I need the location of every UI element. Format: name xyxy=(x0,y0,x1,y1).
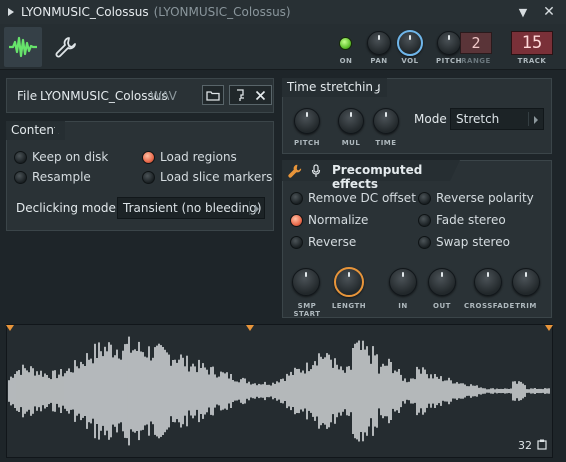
fade-in-label: IN xyxy=(398,302,408,310)
pin-icon xyxy=(237,89,244,101)
fade-out-label: OUT xyxy=(433,302,451,310)
load-slice-markers-option[interactable]: Load slice markers xyxy=(142,170,272,184)
browse-file-button[interactable] xyxy=(202,85,224,105)
time-stretching-tab-corner xyxy=(372,78,382,97)
settings-tab[interactable] xyxy=(52,32,80,62)
waveform-icon xyxy=(9,36,37,58)
stretch-time-knob[interactable] xyxy=(373,108,399,134)
mixer-track-display[interactable]: 15 xyxy=(511,31,553,55)
close-button[interactable]: ✕ xyxy=(540,3,558,21)
dropdown-arrow-icon xyxy=(255,205,259,213)
load-slice-markers-radio[interactable] xyxy=(142,170,155,184)
title-bar: LYONMUSIC_Colossus (LYONMUSIC_Colossus) … xyxy=(0,0,566,24)
pan-knob[interactable] xyxy=(367,31,391,55)
keep-on-disk-option[interactable]: Keep on disk xyxy=(14,150,108,164)
precomputed-effects-header: Precomputed effects xyxy=(282,160,450,191)
waveform-display[interactable]: 32 xyxy=(6,324,553,458)
locate-file-button[interactable] xyxy=(229,85,251,105)
window-menu-button[interactable]: ▼ xyxy=(514,3,532,21)
precomputed-tab-corner xyxy=(450,160,460,181)
resample-radio[interactable] xyxy=(14,170,27,184)
microphone-icon[interactable] xyxy=(311,164,321,178)
folder-icon xyxy=(206,90,220,101)
dropdown-arrow-icon xyxy=(534,116,538,124)
fade-stereo-radio[interactable] xyxy=(418,213,431,227)
time-stretching-heading: Time stretching xyxy=(282,78,387,97)
reverse-polarity-radio[interactable] xyxy=(418,191,431,205)
volume-knob[interactable] xyxy=(397,30,423,56)
window-subtitle: (LYONMUSIC_Colossus) xyxy=(153,5,291,19)
normalize-radio[interactable] xyxy=(290,213,303,227)
zoom-value: 32 xyxy=(518,439,532,452)
wrench-icon[interactable] xyxy=(288,164,302,178)
file-extension: WAV xyxy=(150,89,177,103)
load-regions-radio[interactable] xyxy=(142,150,155,164)
reverse-polarity-option[interactable]: Reverse polarity xyxy=(418,191,534,205)
wrench-icon xyxy=(55,37,76,58)
reverse-option[interactable]: Reverse xyxy=(290,235,356,249)
window-menu-icon[interactable] xyxy=(8,8,14,16)
stretch-pitch-label: PITCH xyxy=(293,139,320,147)
clipboard-icon[interactable] xyxy=(537,439,547,450)
normalize-option[interactable]: Normalize xyxy=(290,213,368,227)
loop-marker[interactable] xyxy=(246,325,254,331)
end-marker[interactable] xyxy=(545,325,553,331)
pitch-range-display[interactable]: 2 xyxy=(460,32,492,54)
sample-start-knob[interactable] xyxy=(292,268,320,296)
pitch-knob[interactable] xyxy=(437,31,461,55)
remove-file-button[interactable] xyxy=(250,85,272,105)
file-name: LYONMUSIC_Colossus xyxy=(40,89,168,103)
window-title: LYONMUSIC_Colossus xyxy=(21,5,149,19)
range-label: RANGE xyxy=(461,57,491,65)
fade-in-knob[interactable] xyxy=(389,268,417,296)
declicking-mode-label: Declicking mode xyxy=(16,201,116,215)
load-regions-option[interactable]: Load regions xyxy=(142,150,237,164)
on-label: ON xyxy=(339,57,353,65)
file-label: File xyxy=(17,89,38,103)
content-tab-corner xyxy=(55,121,65,140)
close-icon xyxy=(255,90,266,100)
waveform-tab[interactable] xyxy=(4,27,42,67)
stretch-time-label: TIME xyxy=(375,139,397,147)
trim-knob[interactable] xyxy=(512,268,540,296)
remove-dc-offset-radio[interactable] xyxy=(290,191,303,205)
length-label: LENGTH xyxy=(331,302,367,310)
sample-start-label: SMP START xyxy=(293,302,321,318)
length-knob[interactable] xyxy=(334,267,364,297)
stretch-mul-label: MUL xyxy=(341,139,361,147)
pitch-label: PITCH xyxy=(435,57,462,65)
stretch-pitch-knob[interactable] xyxy=(294,108,320,134)
fade-stereo-option[interactable]: Fade stereo xyxy=(418,213,506,227)
pan-label: PAN xyxy=(370,57,388,65)
mode-label: Mode xyxy=(414,112,447,126)
channel-on-toggle[interactable] xyxy=(339,37,352,50)
track-label: TRACK xyxy=(517,57,547,65)
stretch-mul-knob[interactable] xyxy=(338,108,364,134)
reverse-radio[interactable] xyxy=(290,235,303,249)
declicking-mode-select[interactable]: Transient (no bleeding) xyxy=(117,197,265,219)
precomputed-effects-heading: Precomputed effects xyxy=(332,163,423,191)
volume-label: VOL xyxy=(401,57,419,65)
waveform-graphic xyxy=(8,336,550,446)
keep-on-disk-radio[interactable] xyxy=(14,150,27,164)
remove-dc-offset-option[interactable]: Remove DC offset xyxy=(290,191,416,205)
resample-option[interactable]: Resample xyxy=(14,170,91,184)
swap-stereo-option[interactable]: Swap stereo xyxy=(418,235,510,249)
crossfade-knob[interactable] xyxy=(474,268,502,296)
crossfade-label: CROSSFADE xyxy=(464,302,515,310)
stretch-mode-select[interactable]: Stretch xyxy=(450,108,544,130)
start-marker[interactable] xyxy=(6,325,14,331)
swap-stereo-radio[interactable] xyxy=(418,235,431,249)
fade-out-knob[interactable] xyxy=(428,268,456,296)
trim-label: TRIM xyxy=(515,302,537,310)
